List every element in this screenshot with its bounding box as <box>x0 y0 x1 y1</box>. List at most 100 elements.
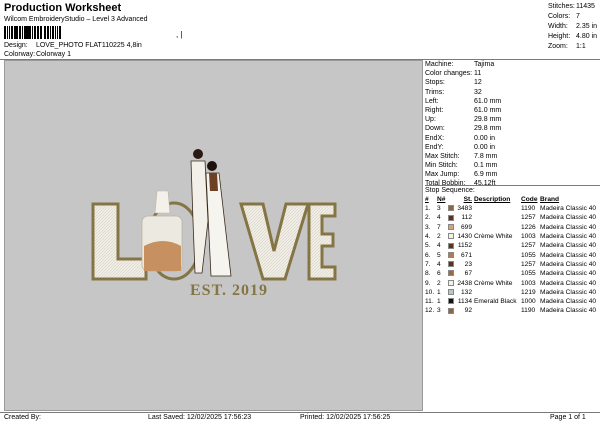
info-row: Right: 61.0 mm <box>425 106 600 115</box>
stat-row: Zoom: 1:1 <box>548 42 600 52</box>
info-label: EndY: <box>425 143 444 151</box>
color-swatch <box>448 204 456 213</box>
info-value: 11 <box>474 70 482 78</box>
info-row: Machine: Tajima <box>425 60 600 69</box>
info-label: Machine: <box>425 61 454 68</box>
thread-code: 1003 <box>521 279 536 287</box>
info-label: Max Stitch: <box>425 152 460 160</box>
col-stitches: St. <box>463 196 472 203</box>
thread-color-swatch <box>448 223 454 230</box>
stat-row: Stitches:11435 <box>548 2 600 12</box>
barcode-bar <box>61 26 62 39</box>
est-text: EST. 2019 <box>190 282 268 299</box>
needle-num: 1 <box>437 298 441 306</box>
stop-num: 6. <box>425 251 431 259</box>
colorway-value: Colorway 1 <box>35 51 71 58</box>
color-swatch <box>448 269 456 278</box>
colorway-row: Colorway: Colorway 1 <box>4 51 71 58</box>
couple-figure <box>190 149 232 277</box>
thread-color-swatch <box>448 261 454 268</box>
col-color <box>448 195 456 204</box>
stop-row: 12. 3 92 1190 Madeira Classic 40 <box>425 306 598 315</box>
info-label: Stops: <box>425 79 445 87</box>
footer-page: Page 1 of 1 <box>550 414 586 421</box>
stat-value: 2.35 in <box>576 23 598 30</box>
stop-row: 10. 1 132 1219 Madeira Classic 40 <box>425 288 598 297</box>
stat-row: Height: 4.80 in <box>548 32 600 42</box>
stop-row: 3. 7 699 1226 Madeira Classic 40 <box>425 223 598 232</box>
thread-description <box>474 260 521 269</box>
info-label: Trims: <box>425 88 445 96</box>
thread-code: 1226 <box>521 223 536 231</box>
design-label: Design: <box>4 42 28 49</box>
stitch-count: 3483 <box>457 205 472 213</box>
info-row: Max Stitch: 7.8 mm <box>425 152 600 161</box>
stop-sequence-table: # N# St. Description Code Brand 1. 3 3483 1… <box>425 195 598 316</box>
col-brand: Brand <box>540 196 560 203</box>
stop-num: 11. <box>425 298 434 306</box>
info-row: Max Jump: 6.9 mm <box>425 170 600 179</box>
needle-num: 6 <box>437 270 441 278</box>
thread-description <box>474 241 521 250</box>
info-row: Stops: 12 <box>425 78 600 87</box>
stitch-count: 67 <box>464 270 472 278</box>
thread-brand: Madeira Classic 40 <box>540 260 597 268</box>
thread-description <box>474 204 521 213</box>
stat-label: Zoom: <box>548 43 568 50</box>
info-row: EndX: 0.00 in <box>425 134 600 143</box>
info-label: EndX: <box>425 134 445 142</box>
stat-value: 7 <box>576 13 580 20</box>
thread-description <box>474 250 521 259</box>
thread-brand: Madeira Classic 40 <box>540 298 597 306</box>
thread-color-swatch <box>448 214 454 221</box>
thread-brand: Madeira Classic 40 <box>540 214 597 222</box>
thread-color-swatch <box>448 205 454 212</box>
footer-printed: Printed: 12/02/2025 17:56:25 <box>300 414 391 421</box>
info-value: 12 <box>474 79 482 87</box>
thread-color-swatch <box>448 233 454 240</box>
stat-row: Width: 2.35 in <box>548 22 600 32</box>
color-swatch <box>448 297 456 306</box>
stat-label: Width: <box>548 23 568 30</box>
needle-num: 7 <box>437 223 441 231</box>
stat-row: Colors: 7 <box>548 12 600 22</box>
barcode-tail: , | <box>176 30 183 39</box>
thread-code: 1003 <box>521 233 536 241</box>
thread-brand: Madeira Classic 40 <box>540 233 597 241</box>
stop-row: 7. 4 23 1257 Madeira Classic 40 <box>425 260 598 269</box>
stop-row: 2. 4 112 1257 Madeira Classic 40 <box>425 213 598 222</box>
footer: Created By: Last Saved: 12/02/2025 17:56… <box>0 413 600 424</box>
thread-description <box>474 288 521 297</box>
stat-value: 4.80 in <box>576 33 598 40</box>
letter-e <box>307 202 337 281</box>
stop-num: 1. <box>425 205 431 213</box>
info-value: 29.8 mm <box>474 125 502 133</box>
thread-brand: Madeira Classic 40 <box>540 288 597 296</box>
footer-created-by: Created By: <box>4 414 41 421</box>
stop-sequence-header-row: # N# St. Description Code Brand <box>425 195 598 204</box>
stitch-count: 132 <box>460 288 472 296</box>
color-swatch <box>448 260 456 269</box>
stop-num: 4. <box>425 233 431 241</box>
thread-color-swatch <box>448 279 454 286</box>
stat-value: 11435 <box>576 3 595 10</box>
stop-row: 1. 3 3483 1190 Madeira Classic 40 <box>425 204 598 213</box>
info-value: 32 <box>474 88 482 96</box>
letter-v <box>238 202 311 281</box>
letter-l <box>91 202 148 281</box>
needle-num: 5 <box>437 251 441 259</box>
thread-code: 1190 <box>521 205 536 213</box>
needle-num: 2 <box>437 233 441 241</box>
software-subtitle: Wilcom EmbroideryStudio – Level 3 Advanc… <box>4 16 148 23</box>
thread-brand: Madeira Classic 40 <box>540 242 597 250</box>
colorway-label: Colorway: <box>4 51 36 58</box>
stop-num: 8. <box>425 270 431 278</box>
color-swatch <box>448 241 456 250</box>
stitch-count: 1134 <box>457 298 472 306</box>
thread-description: Crème White <box>474 279 513 287</box>
info-label: Right: <box>425 106 444 114</box>
info-row: Color changes: 11 <box>425 69 600 78</box>
stop-sequence: Stop Sequence: # N# St. Description Code… <box>425 186 600 316</box>
stitch-count: 23 <box>464 260 472 268</box>
stitch-count: 1152 <box>457 242 472 250</box>
